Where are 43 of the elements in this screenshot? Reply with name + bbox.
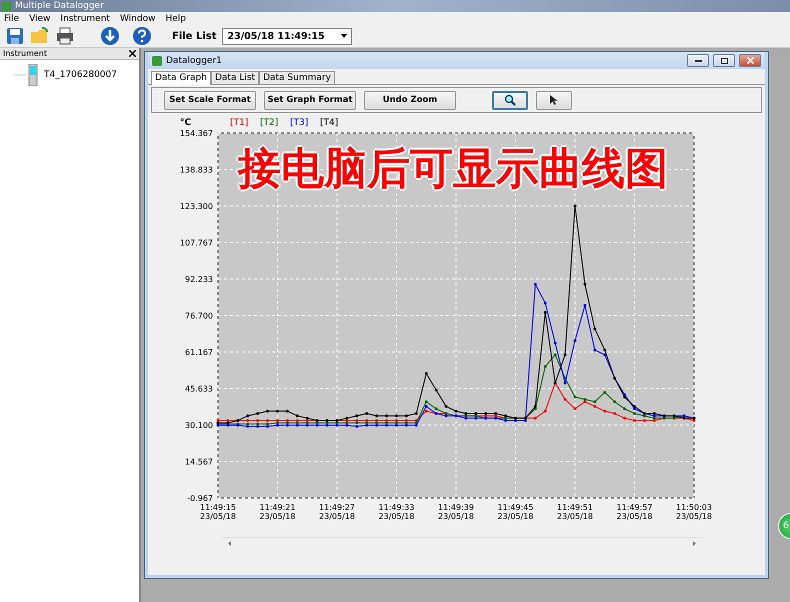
tab[interactable]: Data Graph — [151, 71, 211, 85]
x-tick-label: 11:49:39 23/05/18 — [438, 503, 474, 521]
x-tick-label: 11:50:03 23/05/18 — [676, 503, 712, 521]
overlay-caption: 接电脑后可显示曲线图 — [238, 147, 668, 191]
x-tick-label: 11:49:57 23/05/18 — [616, 503, 652, 521]
y-tick-label: 154.367 — [180, 129, 213, 138]
tab[interactable]: Data Summary — [259, 71, 335, 84]
y-tick-label: 123.300 — [180, 202, 213, 211]
x-tick-label: 11:49:15 23/05/18 — [200, 503, 236, 521]
toolbar-button[interactable]: Set Scale Format — [164, 90, 256, 110]
legend-label: [T3] — [290, 118, 308, 128]
y-tick-label: 45.633 — [185, 384, 213, 394]
x-tick-label: 11:49:33 23/05/18 — [378, 503, 414, 521]
file-list-label: File List — [172, 30, 216, 42]
y-tick-label: 76.700 — [185, 312, 213, 320]
x-tick-label: 11:49:27 23/05/18 — [319, 503, 355, 521]
y-tick-label: 107.767 — [180, 238, 213, 248]
x-tick-label: 11:49:21 23/05/18 — [260, 503, 296, 521]
legend-label: [T4] — [320, 118, 338, 128]
menu-item[interactable]: Help — [165, 14, 186, 24]
y-tick-label: -0.967 — [187, 494, 213, 503]
y-tick-label: 61.167 — [185, 348, 213, 357]
file-list-dropdown[interactable]: 23/05/18 11:49:15 — [222, 28, 352, 44]
y-tick-label: 30.100 — [185, 421, 213, 430]
menu-item[interactable]: View — [29, 14, 50, 24]
y-tick-label: 14.567 — [185, 458, 213, 466]
panel-title: Instrument — [3, 49, 48, 58]
tab[interactable]: Data List — [210, 71, 260, 84]
child-window-title: Datalogger1 — [166, 56, 223, 66]
unit-label: °C — [180, 118, 192, 128]
tree-item[interactable]: T4_1706280007 — [0, 60, 139, 86]
menu-item[interactable]: Window — [120, 14, 156, 24]
y-tick-label: 138.833 — [180, 166, 213, 174]
menu-item[interactable]: File — [4, 14, 20, 24]
menu-item[interactable]: Instrument — [60, 14, 110, 24]
y-tick-label: 92.233 — [185, 275, 213, 284]
window-title: Multiple Datalogger — [15, 1, 104, 11]
legend-label: [T2] — [260, 118, 278, 128]
x-tick-label: 11:49:45 23/05/18 — [498, 503, 534, 521]
toolbar-button[interactable]: Undo Zoom — [364, 90, 456, 110]
toolbar-button[interactable]: Set Graph Format — [264, 90, 356, 110]
x-tick-label: 11:49:51 23/05/18 — [557, 503, 593, 521]
legend-label: [T1] — [230, 118, 248, 128]
